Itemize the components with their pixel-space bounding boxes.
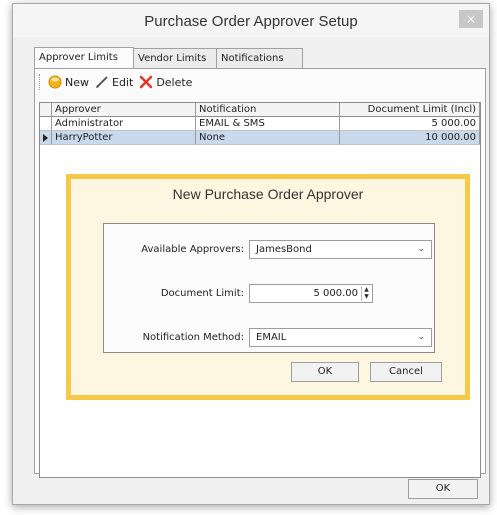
tab-vendor-limits[interactable]: Vendor Limits	[133, 48, 217, 68]
setup-window: Purchase Order Approver Setup × Approver…	[12, 3, 490, 505]
dialog-ok-button[interactable]: OK	[291, 362, 359, 382]
document-limit-label: Document Limit:	[160, 288, 244, 299]
limit-spinner[interactable]: ▲ ▼	[361, 286, 371, 301]
dialog-fields-group: Available Approvers: JamesBond ⌄ Documen…	[103, 223, 435, 353]
approver-cell: HarryPotter	[52, 131, 196, 145]
tab-approver-limits[interactable]: Approver Limits	[34, 47, 134, 69]
delete-button[interactable]: Delete	[139, 75, 192, 89]
header-selector-cell	[40, 103, 52, 117]
grid-header: Approver Notification Document Limit (In…	[40, 103, 480, 117]
chevron-down-icon: ⌄	[417, 244, 425, 254]
available-approvers-select[interactable]: JamesBond ⌄	[249, 240, 432, 259]
document-limit-cell: 10 000.00	[340, 131, 480, 145]
notification-cell: EMAIL & SMS	[196, 117, 340, 131]
spin-down-icon[interactable]: ▼	[362, 293, 371, 300]
column-header-notification[interactable]: Notification	[196, 103, 340, 117]
notification-method-value: EMAIL	[256, 332, 287, 343]
chevron-down-icon: ⌄	[417, 332, 425, 342]
notification-cell: None	[196, 131, 340, 145]
available-approvers-value: JamesBond	[256, 244, 312, 255]
close-button[interactable]: ×	[459, 10, 483, 28]
table-row-selected[interactable]: HarryPotter None 10 000.00	[40, 131, 480, 145]
column-header-document-limit[interactable]: Document Limit (Incl)	[340, 103, 480, 117]
notification-method-select[interactable]: EMAIL ⌄	[249, 328, 432, 347]
footer-ok-button[interactable]: OK	[408, 479, 478, 499]
delete-button-label: Delete	[156, 75, 193, 89]
toolbar-grip	[39, 74, 42, 90]
available-approvers-label: Available Approvers:	[141, 244, 244, 255]
edit-button[interactable]: Edit	[95, 75, 133, 89]
dialog-cancel-button[interactable]: Cancel	[370, 362, 442, 382]
document-limit-value: 5 000.00	[313, 288, 358, 299]
table-row[interactable]: Administrator EMAIL & SMS 5 000.00	[40, 117, 480, 131]
tab-notifications[interactable]: Notifications	[216, 48, 303, 68]
notification-method-label: Notification Method:	[142, 332, 244, 343]
toolbar: New Edit Delete	[35, 69, 485, 95]
document-limit-input[interactable]: 5 000.00 ▲ ▼	[249, 284, 373, 303]
column-header-approver[interactable]: Approver	[52, 103, 196, 117]
row-selector[interactable]	[40, 131, 52, 145]
new-icon	[48, 75, 62, 89]
pencil-icon	[96, 76, 108, 88]
dialog-title: New Purchase Order Approver	[172, 186, 364, 202]
approver-cell: Administrator	[52, 117, 196, 131]
new-button[interactable]: New	[48, 75, 89, 89]
delete-icon	[140, 75, 153, 89]
edit-button-label: Edit	[112, 75, 134, 89]
document-limit-cell: 5 000.00	[340, 117, 480, 131]
spin-up-icon[interactable]: ▲	[362, 286, 371, 293]
window-title: Purchase Order Approver Setup	[144, 13, 358, 30]
title-bar: Purchase Order Approver Setup ×	[13, 4, 489, 37]
new-approver-dialog: New Purchase Order Approver Available Ap…	[66, 174, 470, 400]
current-row-marker-icon	[43, 134, 48, 142]
new-button-label: New	[65, 75, 89, 89]
row-selector[interactable]	[40, 117, 52, 131]
